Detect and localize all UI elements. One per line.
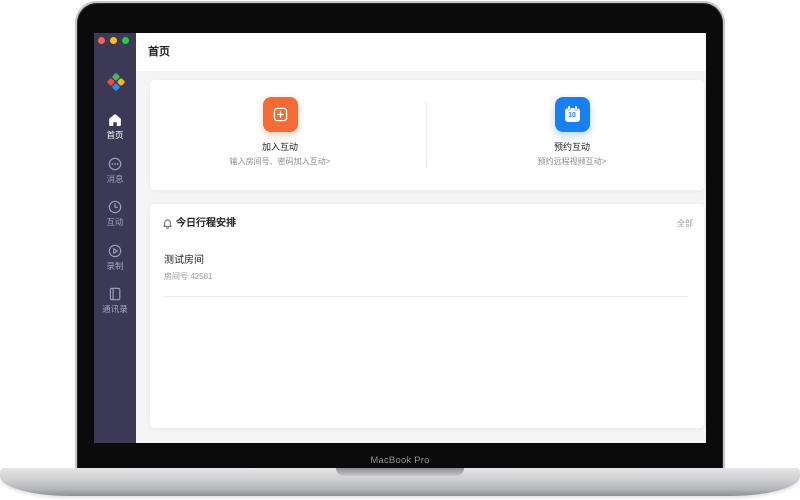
page-title: 首页 bbox=[148, 46, 170, 58]
laptop-base-notch bbox=[336, 468, 464, 476]
window-close-button[interactable] bbox=[97, 36, 105, 44]
divider bbox=[164, 296, 688, 297]
app-window: 首页 消息 互动 录制 通讯录 首页 加入互动 输入房间号、密码加入互动> 10… bbox=[94, 33, 706, 443]
app-logo-icon bbox=[106, 72, 126, 92]
room-name: 测试房间 bbox=[164, 255, 204, 266]
schedule-interaction-button[interactable]: 10 预约互动 预约远程视频互动> bbox=[482, 80, 662, 180]
app-logo-graphic bbox=[107, 73, 125, 91]
contacts-book-icon bbox=[108, 287, 122, 301]
calendar-ring bbox=[567, 106, 570, 110]
action-title: 预约互动 bbox=[553, 142, 590, 152]
action-title: 加入互动 bbox=[261, 142, 298, 152]
join-interaction-button[interactable]: 加入互动 输入房间号、密码加入互动> bbox=[190, 80, 370, 180]
today-schedule-card: 今日行程安排 全部 测试房间 房间号:42581 bbox=[150, 204, 704, 428]
divider bbox=[426, 102, 427, 167]
sidebar-item-label: 通讯录 bbox=[102, 304, 128, 314]
home-icon bbox=[108, 113, 122, 127]
sidebar-item-label: 录制 bbox=[106, 260, 124, 271]
window-minimize-button[interactable] bbox=[109, 36, 117, 44]
section-title: 今日行程安排 bbox=[176, 218, 236, 229]
main-content: 首页 加入互动 输入房间号、密码加入互动> 10 预约互动 预约远程视频互动> … bbox=[136, 33, 706, 443]
play-circle-icon bbox=[108, 244, 122, 258]
page-header: 首页 bbox=[136, 33, 706, 71]
window-zoom-button[interactable] bbox=[121, 36, 129, 44]
join-interaction-icon-tile bbox=[262, 97, 298, 132]
view-all-link[interactable]: 全部 bbox=[677, 218, 693, 230]
calendar-day-number: 10 bbox=[568, 112, 576, 119]
sidebar-item-contacts[interactable]: 通讯录 bbox=[94, 287, 136, 331]
sidebar-item-label: 首页 bbox=[106, 130, 124, 140]
sidebar: 首页 消息 互动 录制 通讯录 bbox=[94, 33, 136, 443]
action-subtitle: 输入房间号、密码加入互动> bbox=[229, 157, 331, 166]
sidebar-item-interaction[interactable]: 互动 bbox=[94, 200, 136, 244]
clock-icon bbox=[108, 200, 122, 214]
list-item[interactable]: 测试房间 房间号:42581 bbox=[164, 248, 688, 297]
calendar-icon: 10 bbox=[564, 106, 580, 122]
message-icon bbox=[108, 157, 122, 171]
quick-actions-card: 加入互动 输入房间号、密码加入互动> 10 预约互动 预约远程视频互动> bbox=[150, 80, 704, 190]
sidebar-item-recordings[interactable]: 录制 bbox=[94, 244, 136, 288]
sidebar-nav: 首页 消息 互动 录制 通讯录 bbox=[94, 113, 136, 331]
sidebar-item-label: 互动 bbox=[106, 217, 124, 227]
plus-square-icon bbox=[273, 107, 287, 122]
sidebar-item-messages[interactable]: 消息 bbox=[94, 157, 136, 201]
sidebar-item-label: 消息 bbox=[106, 173, 124, 184]
bell-icon bbox=[162, 218, 173, 230]
device-model-label: MacBook Pro bbox=[370, 455, 430, 466]
room-number: 房间号:42581 bbox=[164, 272, 213, 281]
sidebar-item-home[interactable]: 首页 bbox=[94, 113, 136, 157]
action-subtitle: 预约远程视频互动> bbox=[537, 157, 607, 166]
calendar-ring bbox=[574, 106, 577, 110]
schedule-interaction-icon-tile: 10 bbox=[554, 97, 590, 132]
